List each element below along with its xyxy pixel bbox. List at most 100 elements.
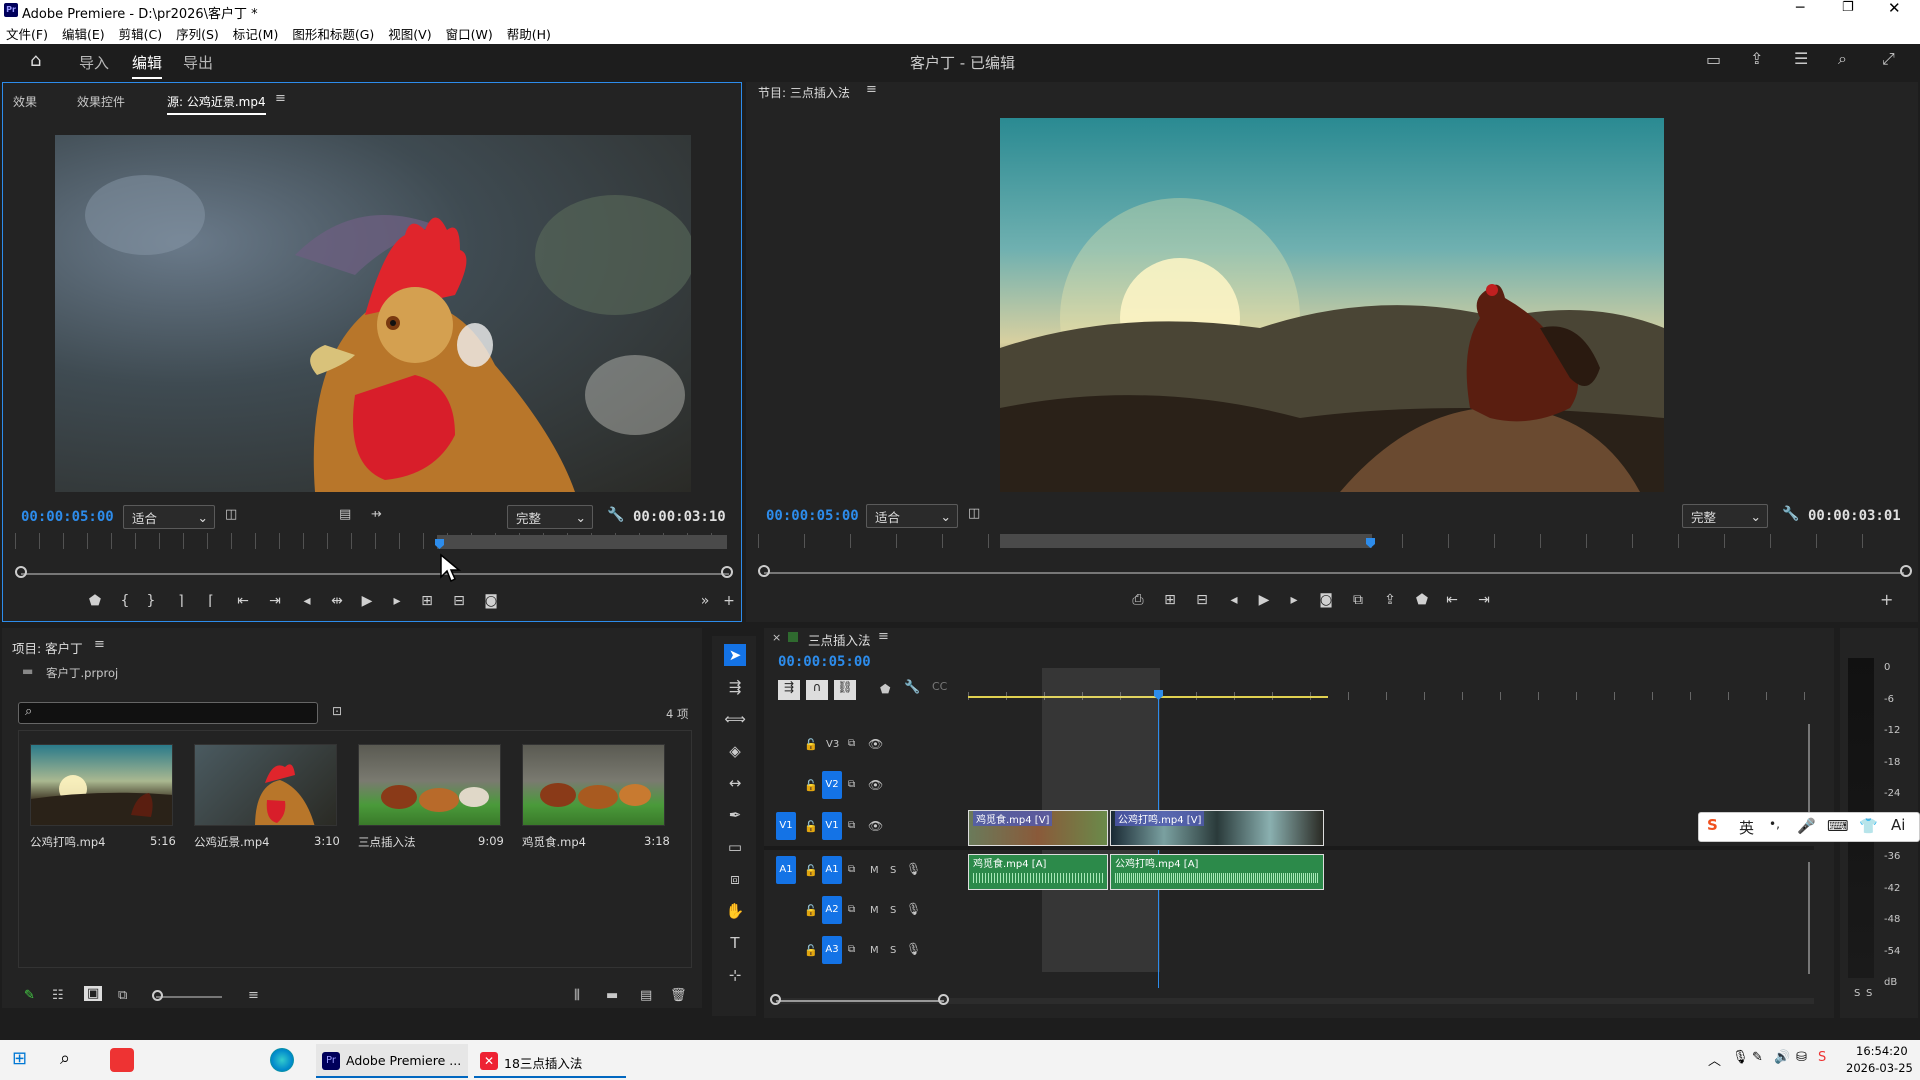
video-clip[interactable]: 鸡觅食.mp4 [V]: [968, 810, 1108, 846]
start-icon[interactable]: ⊞: [12, 1048, 36, 1072]
v2-eye-icon[interactable]: 👁: [868, 778, 883, 792]
search-icon[interactable]: ⌕: [60, 1048, 84, 1072]
ai-icon[interactable]: Ai: [1891, 816, 1905, 834]
v2-target-badge[interactable]: V2: [822, 771, 842, 799]
menu-edit[interactable]: 编辑(E): [62, 24, 105, 43]
tray-mic-icon[interactable]: 🎙: [1732, 1050, 1749, 1065]
a2-mic-icon[interactable]: 🎙: [906, 902, 921, 916]
clip-thumbnail-rooster[interactable]: [194, 744, 337, 826]
v3-eye-icon[interactable]: 👁: [868, 737, 883, 751]
clear-in-icon[interactable]: ⌉: [169, 591, 193, 611]
nest-icon[interactable]: ⇶: [778, 680, 800, 700]
hand-tool-icon[interactable]: ✋: [724, 900, 746, 922]
go-to-out-icon[interactable]: ⇥: [263, 591, 287, 611]
overwrite-icon[interactable]: ⊟: [447, 591, 471, 611]
extract-icon[interactable]: ⊞: [1158, 590, 1182, 610]
tab-effects[interactable]: 效果: [13, 93, 37, 110]
caption-tool-icon[interactable]: ⊹: [724, 964, 746, 986]
trash-icon[interactable]: 🗑: [670, 988, 687, 1003]
menu-help[interactable]: 帮助(H): [507, 24, 551, 43]
v2-sync-icon[interactable]: ⧉: [848, 779, 855, 790]
ime-punctuation[interactable]: •,: [1769, 817, 1780, 831]
ime-language[interactable]: 英: [1739, 817, 1754, 838]
menu-clip[interactable]: 剪辑(C): [119, 24, 162, 43]
new-search-bin-icon[interactable]: ⊡: [332, 704, 342, 718]
search-input[interactable]: ⌕: [18, 702, 318, 724]
vertical-scrollbar-audio[interactable]: [1808, 862, 1810, 974]
tray-volume-icon[interactable]: 🔊: [1774, 1050, 1790, 1065]
wrench-icon[interactable]: 🔧: [607, 507, 624, 523]
a1-lock-icon[interactable]: 🔓: [804, 864, 818, 877]
a1-source-patch[interactable]: A1: [776, 856, 796, 884]
menu-file[interactable]: 文件(F): [6, 24, 48, 43]
panel-menu-icon[interactable]: ≡: [94, 637, 105, 652]
menu-view[interactable]: 视图(V): [388, 24, 431, 43]
scroll-handle-right[interactable]: [1900, 565, 1912, 577]
pen-tool-icon[interactable]: ✒: [724, 804, 746, 826]
menu-sequence[interactable]: 序列(S): [176, 24, 219, 43]
step-back-icon[interactable]: ◂: [1222, 590, 1246, 610]
timeline-settings-icon[interactable]: 🔧: [904, 680, 920, 695]
v2-lock-icon[interactable]: 🔓: [804, 779, 818, 792]
minimize-icon[interactable]: ─: [1796, 0, 1804, 16]
tab-effect-controls[interactable]: 效果控件: [77, 93, 125, 110]
tab-export[interactable]: 导出: [183, 52, 213, 73]
comparison-icon[interactable]: ⧉: [1346, 590, 1370, 610]
sequence-tab[interactable]: 三点插入法: [808, 630, 871, 649]
captions-icon[interactable]: CC: [932, 680, 947, 693]
close-icon[interactable]: ✕: [1888, 0, 1901, 17]
sort-icon[interactable]: ≡: [248, 988, 259, 1003]
slip-tool-icon[interactable]: ↔: [724, 772, 746, 794]
menu-markers[interactable]: 标记(M): [233, 24, 279, 43]
skin-icon[interactable]: 👕: [1859, 817, 1878, 835]
project-title[interactable]: 项目: 客户丁: [12, 638, 83, 657]
source-timecode[interactable]: 00:00:05:00: [21, 509, 114, 525]
close-sequence-icon[interactable]: ×: [772, 631, 781, 644]
sequence-thumbnail[interactable]: [358, 744, 501, 826]
microphone-icon[interactable]: 🎤: [1797, 817, 1816, 835]
step-forward-icon[interactable]: ▸: [385, 591, 409, 611]
taskbar-app-premiere[interactable]: Pr Adobe Premiere ...: [316, 1044, 468, 1078]
rectangle-tool-icon[interactable]: ▭: [724, 836, 746, 858]
razor-tool-icon[interactable]: ◈: [724, 740, 746, 762]
automate-to-sequence-icon[interactable]: ⫼: [574, 988, 580, 1003]
export-frame-icon[interactable]: ◙: [479, 591, 503, 611]
a1-mute-button[interactable]: M: [870, 865, 879, 876]
go-to-out-icon[interactable]: ⇥: [1472, 590, 1496, 610]
v3-lock-icon[interactable]: 🔓: [804, 738, 818, 751]
step-forward-icon[interactable]: ▸: [1282, 590, 1306, 610]
new-item-icon[interactable]: ▤: [640, 988, 652, 1003]
drag-video-icon[interactable]: ▤: [339, 507, 351, 522]
a1-sync-icon[interactable]: ⧉: [848, 864, 855, 875]
scroll-handle-left[interactable]: [770, 994, 781, 1005]
a2-mute-button[interactable]: M: [870, 905, 879, 916]
restore-icon[interactable]: ❐: [1842, 0, 1854, 15]
more-controls-icon[interactable]: »: [693, 591, 717, 611]
tray-pen-icon[interactable]: ✎: [1752, 1050, 1763, 1065]
solo-left[interactable]: S: [1854, 988, 1860, 999]
snap-icon[interactable]: ∩: [806, 680, 828, 700]
menu-window[interactable]: 窗口(W): [446, 24, 493, 43]
sogou-logo-icon[interactable]: S: [1707, 816, 1718, 834]
track-select-tool-icon[interactable]: ⇶: [724, 676, 746, 698]
zoom-tool-icon[interactable]: ⧈: [724, 868, 746, 890]
new-bin-icon[interactable]: ▬: [606, 988, 618, 1003]
v1-eye-icon[interactable]: 👁: [868, 819, 883, 833]
keyboard-icon[interactable]: ⌨: [1827, 817, 1849, 835]
tray-chevron-icon[interactable]: ︿: [1708, 1050, 1721, 1069]
list-view-icon[interactable]: ☷: [52, 988, 64, 1003]
freeform-view-icon[interactable]: ⧉: [118, 988, 127, 1003]
timeline-timecode[interactable]: 00:00:05:00: [778, 654, 871, 670]
add-marker-icon[interactable]: ⬟: [83, 591, 107, 611]
selection-tool-icon[interactable]: ➤: [724, 644, 746, 666]
a1-solo-button[interactable]: S: [890, 865, 896, 876]
a3-target-badge[interactable]: A3: [822, 936, 842, 964]
source-zoom-scrollbar[interactable]: [21, 573, 729, 575]
insert-icon[interactable]: ⊟: [1190, 590, 1214, 610]
tray-sogou-icon[interactable]: S: [1818, 1050, 1826, 1065]
program-timecode[interactable]: 00:00:05:00: [766, 508, 859, 524]
audio-clip[interactable]: 公鸡打鸣.mp4 [A]: [1110, 854, 1324, 890]
icon-view-icon[interactable]: ▣: [84, 986, 103, 1001]
add-marker-icon[interactable]: ⬟: [880, 682, 890, 696]
v1-lock-icon[interactable]: 🔓: [804, 820, 818, 833]
